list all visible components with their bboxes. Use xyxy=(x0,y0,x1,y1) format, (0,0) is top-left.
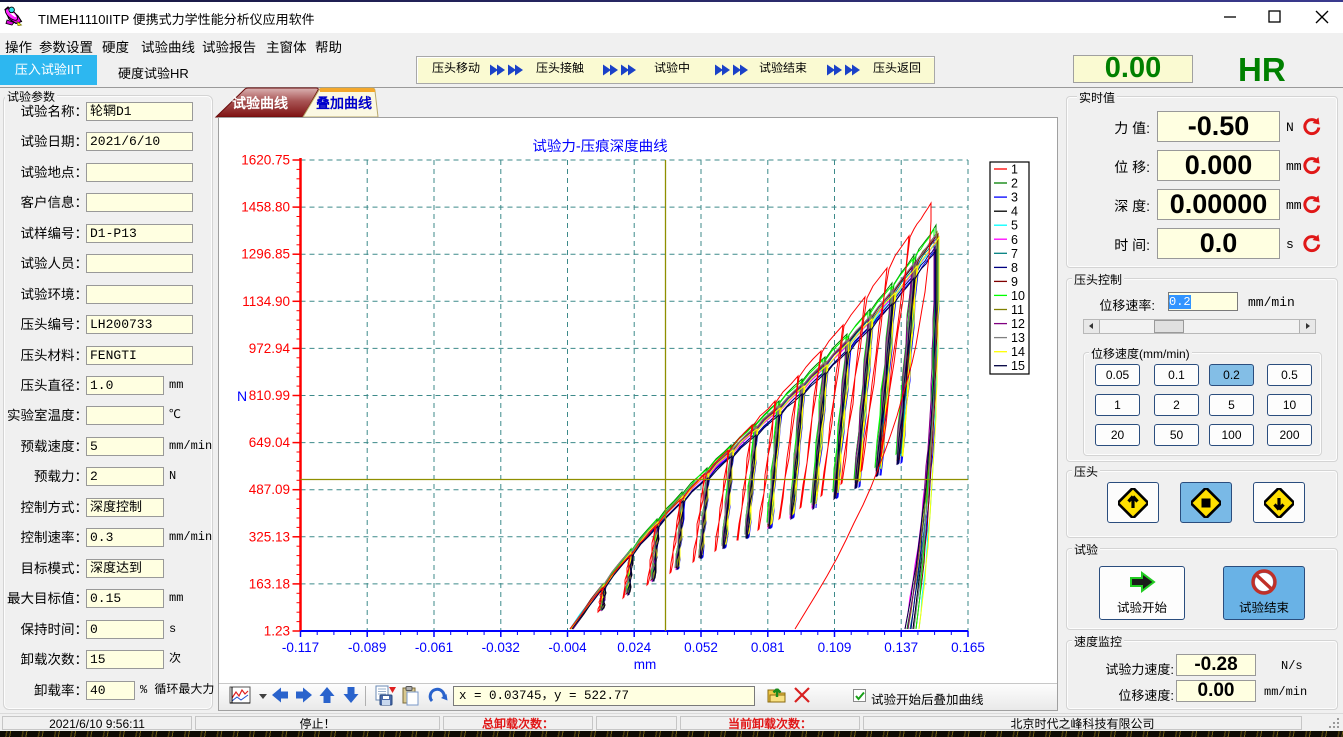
svg-text:1134.90: 1134.90 xyxy=(242,294,290,309)
svg-text:649.04: 649.04 xyxy=(249,435,291,450)
svg-text:13: 13 xyxy=(1011,331,1025,345)
svg-text:2: 2 xyxy=(1011,177,1018,191)
svg-text:叠加曲线: 叠加曲线 xyxy=(316,95,372,111)
svg-text:-0.117: -0.117 xyxy=(282,640,319,655)
svg-text:8: 8 xyxy=(1011,261,1018,275)
svg-text:10: 10 xyxy=(1011,289,1025,303)
svg-text:1458.80: 1458.80 xyxy=(241,200,290,215)
svg-text:-0.061: -0.061 xyxy=(415,640,453,655)
svg-text:12: 12 xyxy=(1011,317,1025,331)
svg-text:1296.85: 1296.85 xyxy=(241,247,290,262)
svg-text:487.09: 487.09 xyxy=(249,482,290,497)
svg-text:810.99: 810.99 xyxy=(249,388,290,403)
svg-text:试验曲线: 试验曲线 xyxy=(232,95,288,111)
svg-text:1: 1 xyxy=(1011,163,1018,177)
svg-text:325.13: 325.13 xyxy=(249,529,290,544)
svg-text:0.165: 0.165 xyxy=(951,640,985,655)
svg-text:9: 9 xyxy=(1011,275,1018,289)
svg-text:972.94: 972.94 xyxy=(249,341,291,356)
svg-text:163.18: 163.18 xyxy=(249,576,290,591)
svg-text:0.081: 0.081 xyxy=(751,640,785,655)
svg-text:0.024: 0.024 xyxy=(617,640,651,655)
svg-text:14: 14 xyxy=(1011,345,1025,359)
svg-text:15: 15 xyxy=(1011,359,1025,373)
svg-text:1620.75: 1620.75 xyxy=(241,153,290,168)
svg-text:5: 5 xyxy=(1011,219,1018,233)
svg-text:-0.032: -0.032 xyxy=(482,640,520,655)
svg-text:1.23: 1.23 xyxy=(264,624,290,639)
svg-text:11: 11 xyxy=(1011,303,1024,317)
svg-text:-0.089: -0.089 xyxy=(348,640,386,655)
svg-text:3: 3 xyxy=(1011,191,1018,205)
svg-text:4: 4 xyxy=(1011,205,1018,219)
svg-text:7: 7 xyxy=(1011,247,1018,261)
svg-text:6: 6 xyxy=(1011,233,1018,247)
svg-text:0.052: 0.052 xyxy=(684,640,718,655)
svg-text:0.109: 0.109 xyxy=(818,640,852,655)
svg-text:-0.004: -0.004 xyxy=(548,640,587,655)
svg-text:N: N xyxy=(237,388,247,404)
svg-text:试验力-压痕深度曲线: 试验力-压痕深度曲线 xyxy=(532,138,667,155)
svg-text:0.137: 0.137 xyxy=(884,640,918,655)
svg-text:mm: mm xyxy=(634,657,657,672)
